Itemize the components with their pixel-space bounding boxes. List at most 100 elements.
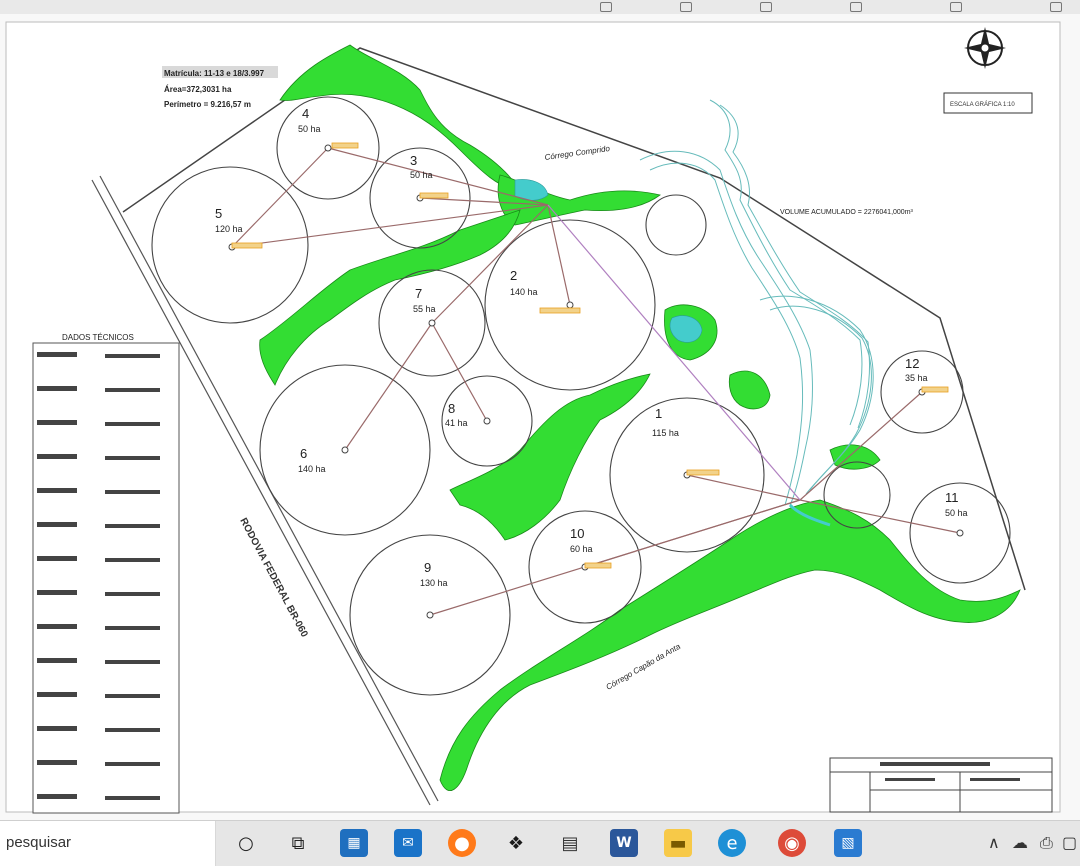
tech-row-3b	[105, 422, 160, 426]
pivot-area-10: 60 ha	[570, 544, 593, 554]
photos-icon[interactable]: ▧	[834, 829, 862, 857]
tech-row-5b	[105, 490, 160, 494]
chrome-icon[interactable]: ◉	[778, 829, 806, 857]
pump-marker-1	[686, 469, 720, 476]
tech-row-13	[37, 760, 77, 765]
tech-row-13b	[105, 762, 160, 766]
search-circle-icon[interactable]: ○	[232, 829, 260, 857]
pump-marker-2	[539, 307, 581, 314]
volume-label: VOLUME ACUMULADO = 2276041,000m³	[780, 209, 914, 216]
pivot-number-7: 7	[415, 286, 422, 301]
pivot-area-4: 50 ha	[298, 124, 321, 134]
toolbar-button-icon[interactable]	[850, 2, 862, 12]
tech-row-4	[37, 454, 77, 459]
technical-data-title: DADOS TÉCNICOS	[62, 333, 134, 342]
tech-row-12b	[105, 728, 160, 732]
pivot-center-7	[428, 319, 436, 327]
pivot-center-6	[341, 446, 349, 454]
pump-marker-5	[231, 242, 263, 249]
tech-row-10b	[105, 660, 160, 664]
edge-icon[interactable]: e	[718, 829, 746, 857]
pivot-number-4: 4	[302, 106, 309, 121]
pivot-number-1: 1	[655, 406, 662, 421]
pivot-center-9	[426, 611, 434, 619]
tech-row-11b	[105, 694, 160, 698]
taskbar-search-text: pesquisar	[6, 834, 72, 851]
pivot-area-11: 50 ha	[945, 508, 968, 518]
pivot-number-8: 8	[448, 401, 455, 416]
pivot-area-6: 140 ha	[298, 464, 326, 474]
pivot-number-5: 5	[215, 206, 222, 221]
pivot-area-3: 50 ha	[410, 170, 433, 180]
tech-row-14b	[105, 796, 160, 800]
property-info-line2: Área=372,3031 ha	[164, 85, 232, 94]
pivot-area-9: 130 ha	[420, 578, 448, 588]
tech-row-6	[37, 522, 77, 527]
map-drawing: RODOVIA FEDERAL BR-060 1 115 ha 2 140 ha…	[0, 14, 1080, 820]
pivot-area-12: 35 ha	[905, 373, 928, 383]
tech-row-7	[37, 556, 77, 561]
scale-box-text: ESCALA GRÁFICA 1:10	[950, 101, 1015, 108]
tech-row-5	[37, 488, 77, 493]
pivot-area-2: 140 ha	[510, 287, 538, 297]
tech-row-1b	[105, 354, 160, 358]
tech-row-4b	[105, 456, 160, 460]
tech-row-8b	[105, 592, 160, 596]
pivot-number-10: 10	[570, 526, 584, 541]
pivot-area-5: 120 ha	[215, 224, 243, 234]
tech-row-12	[37, 726, 77, 731]
property-info-line3: Perímetro = 9.216,57 m	[164, 100, 251, 109]
dropbox-icon[interactable]: ❖	[502, 829, 530, 857]
pivot-area-7: 55 ha	[413, 304, 436, 314]
toolbar-button-icon[interactable]	[950, 2, 962, 12]
tech-row-2b	[105, 388, 160, 392]
tech-row-14	[37, 794, 77, 799]
pivot-number-11: 11	[945, 490, 959, 505]
pivot-number-9: 9	[424, 560, 431, 575]
store-icon[interactable]: ▦	[340, 829, 368, 857]
pivot-center-4	[324, 144, 332, 152]
firefox-icon[interactable]: ●	[448, 829, 476, 857]
word-icon[interactable]: W	[610, 829, 638, 857]
property-info-line1: Matrícula: 11-13 e 18/3.997	[164, 69, 265, 78]
tray-chevron-icon[interactable]: ∧	[988, 833, 1000, 852]
pivot-center-11	[956, 529, 964, 537]
pivot-number-2: 2	[510, 268, 517, 283]
tech-row-8	[37, 590, 77, 595]
tech-row-7b	[105, 558, 160, 562]
toolbar-button-icon[interactable]	[600, 2, 612, 12]
tech-row-3	[37, 420, 77, 425]
toolbar-button-icon[interactable]	[760, 2, 772, 12]
pivot-center-8	[483, 417, 491, 425]
mail-icon[interactable]: ✉	[394, 829, 422, 857]
tech-row-1	[37, 352, 77, 357]
pivot-area-1: 115 ha	[652, 428, 679, 438]
viewer-toolbar	[0, 0, 1080, 15]
taskbar-search-box[interactable]: pesquisar	[0, 821, 216, 866]
pump-marker-4	[331, 142, 359, 149]
pivot-number-12: 12	[905, 356, 919, 371]
tech-row-2	[37, 386, 77, 391]
tech-row-10	[37, 658, 77, 663]
toolbar-button-icon[interactable]	[1050, 2, 1062, 12]
pivot-area-8: 41 ha	[445, 418, 468, 428]
technical-data-panel: DADOS TÉCNICOS	[32, 333, 180, 814]
tray-notification-icon[interactable]: ▢	[1062, 833, 1077, 852]
windows-taskbar: pesquisar ○ ⧉ ▦ ✉ ● ❖ ▤ W ▬ e ◉ ▧ ∧ ☁ ⎙ …	[0, 820, 1080, 866]
tech-row-9b	[105, 626, 160, 630]
pump-marker-12	[921, 386, 949, 393]
tech-row-9	[37, 624, 77, 629]
task-view-icon[interactable]: ⧉	[284, 829, 312, 857]
tray-printer-icon[interactable]: ⎙	[1040, 833, 1053, 853]
pivot-number-6: 6	[300, 446, 307, 461]
toolbar-button-icon[interactable]	[680, 2, 692, 12]
tech-row-11	[37, 692, 77, 697]
calculator-icon[interactable]: ▤	[556, 829, 584, 857]
tech-row-6b	[105, 524, 160, 528]
pump-marker-10	[584, 562, 612, 569]
tray-cloud-icon[interactable]: ☁	[1012, 833, 1028, 852]
pump-marker-3	[419, 192, 449, 199]
pivot-center-2	[566, 301, 574, 309]
pivot-number-3: 3	[410, 153, 417, 168]
file-explorer-icon[interactable]: ▬	[664, 829, 692, 857]
